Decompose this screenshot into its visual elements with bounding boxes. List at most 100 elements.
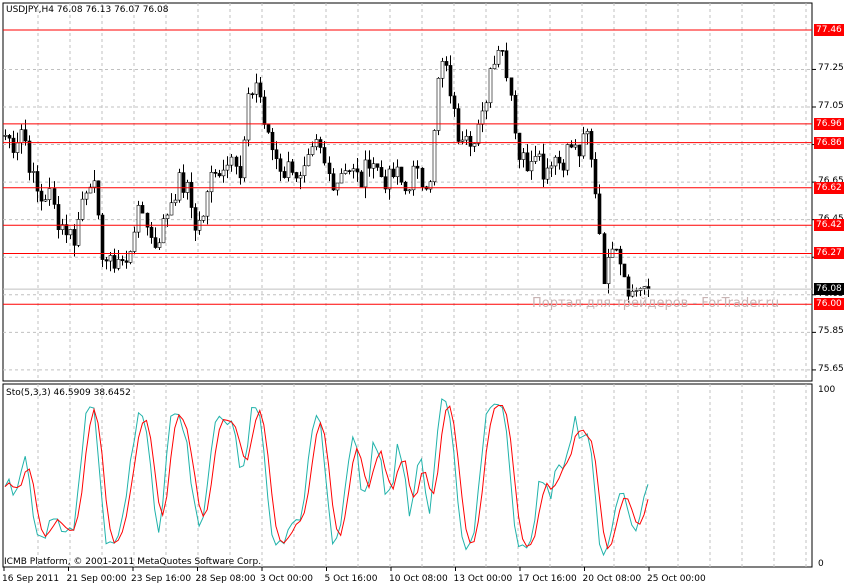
candle-body bbox=[80, 198, 85, 220]
candle-body bbox=[234, 156, 239, 167]
candle-body bbox=[84, 192, 89, 200]
candle-body bbox=[327, 162, 332, 174]
candle-body bbox=[242, 139, 247, 179]
candle-body bbox=[375, 163, 380, 168]
candle-body bbox=[452, 95, 457, 109]
candle-body bbox=[258, 82, 263, 98]
candle-body bbox=[480, 110, 485, 125]
price-tick-label: 77.05 bbox=[818, 100, 844, 111]
candle-body bbox=[557, 156, 562, 164]
candle-body bbox=[7, 135, 12, 139]
candle-body bbox=[545, 167, 550, 180]
copyright-footer: ICMB Platform, © 2001-2011 MetaQuotes So… bbox=[4, 557, 262, 567]
chart-canvas[interactable] bbox=[0, 0, 850, 588]
candle-body bbox=[238, 166, 243, 179]
candle-body bbox=[213, 171, 218, 174]
candle-body bbox=[363, 159, 368, 188]
candle-body bbox=[347, 170, 352, 172]
candle-body bbox=[513, 95, 518, 134]
candle-body bbox=[246, 93, 251, 141]
candle-body bbox=[432, 130, 437, 183]
time-tick-label: 23 Sep 16:00 bbox=[131, 574, 192, 584]
candle-body bbox=[112, 255, 117, 269]
candle-body bbox=[68, 229, 73, 236]
time-tick-label: 28 Sep 08:00 bbox=[195, 574, 256, 584]
candle-body bbox=[351, 168, 356, 172]
candle-body bbox=[290, 161, 295, 173]
candle-body bbox=[472, 143, 477, 147]
candle-body bbox=[488, 68, 493, 104]
candle-body bbox=[120, 259, 125, 262]
indicator-title: Sto(5,3,3) 46.5909 38.6452 bbox=[6, 388, 131, 398]
candle-body bbox=[11, 137, 16, 153]
current-price-label: 76.08 bbox=[814, 283, 844, 296]
candle-body bbox=[420, 167, 425, 188]
candle-body bbox=[270, 131, 275, 151]
candle-body bbox=[359, 171, 364, 188]
candle-body bbox=[149, 226, 154, 238]
level-price-label: 76.27 bbox=[814, 247, 844, 260]
candle-body bbox=[537, 153, 542, 157]
candle-body bbox=[3, 135, 8, 137]
candle-body bbox=[217, 173, 222, 177]
candle-body bbox=[529, 161, 534, 172]
candle-body bbox=[47, 188, 52, 200]
candle-body bbox=[339, 173, 344, 184]
candle-body bbox=[440, 61, 445, 79]
candle-body bbox=[193, 207, 198, 231]
level-price-label: 77.46 bbox=[814, 24, 844, 36]
candle-body bbox=[52, 188, 57, 205]
candle-body bbox=[157, 242, 162, 248]
candle-body bbox=[569, 144, 574, 148]
candle-body bbox=[399, 166, 404, 183]
candle-body bbox=[254, 82, 259, 95]
candle-body bbox=[553, 156, 558, 167]
candle-body bbox=[343, 170, 348, 174]
candle-body bbox=[229, 156, 234, 166]
candle-body bbox=[355, 168, 360, 173]
chart-window[interactable]: USDJPY,H4 76.08 76.13 76.07 76.08 Портал… bbox=[0, 0, 850, 588]
candle-body bbox=[262, 96, 267, 125]
candle-body bbox=[618, 248, 623, 265]
candle-body bbox=[161, 218, 166, 244]
candle-body bbox=[642, 286, 647, 289]
candle-body bbox=[209, 171, 214, 193]
candle-body bbox=[153, 237, 158, 248]
candle-body bbox=[634, 290, 639, 292]
candle-body bbox=[19, 129, 24, 144]
candle-body bbox=[504, 50, 509, 79]
candle-body bbox=[286, 161, 291, 178]
candle-body bbox=[100, 214, 105, 260]
candle-body bbox=[585, 131, 590, 135]
price-tick-label: 75.85 bbox=[818, 326, 844, 337]
candle-body bbox=[104, 259, 109, 262]
candle-body bbox=[310, 146, 315, 155]
time-tick-label: 3 Oct 00:00 bbox=[260, 574, 313, 584]
candle-body bbox=[509, 77, 514, 96]
time-tick-label: 20 Oct 08:00 bbox=[582, 574, 642, 584]
candle-body bbox=[132, 231, 137, 252]
candle-body bbox=[387, 168, 392, 190]
candle-body bbox=[124, 260, 129, 263]
candle-body bbox=[581, 133, 586, 157]
level-price-label: 76.00 bbox=[814, 298, 844, 311]
time-tick-label: 17 Oct 16:00 bbox=[518, 574, 577, 584]
symbol-info: USDJPY,H4 76.08 76.13 76.07 76.08 bbox=[6, 5, 169, 15]
candle-body bbox=[108, 255, 113, 262]
candle-body bbox=[177, 172, 182, 201]
candle-body bbox=[541, 153, 546, 180]
candle-body bbox=[31, 171, 36, 173]
candle-body bbox=[92, 180, 97, 188]
time-tick-label: 10 Oct 08:00 bbox=[389, 574, 448, 584]
time-tick-label: 13 Oct 00:00 bbox=[453, 574, 513, 584]
candle-body bbox=[181, 172, 186, 193]
candle-body bbox=[15, 142, 20, 153]
price-pane-frame bbox=[2, 2, 813, 382]
candle-body bbox=[306, 154, 311, 167]
candle-body bbox=[116, 259, 121, 269]
candle-body bbox=[189, 182, 194, 208]
candle-body bbox=[391, 168, 396, 178]
time-tick-label: 16 Sep 2011 bbox=[2, 574, 60, 584]
candle-body bbox=[318, 139, 323, 148]
candle-body bbox=[205, 191, 210, 217]
